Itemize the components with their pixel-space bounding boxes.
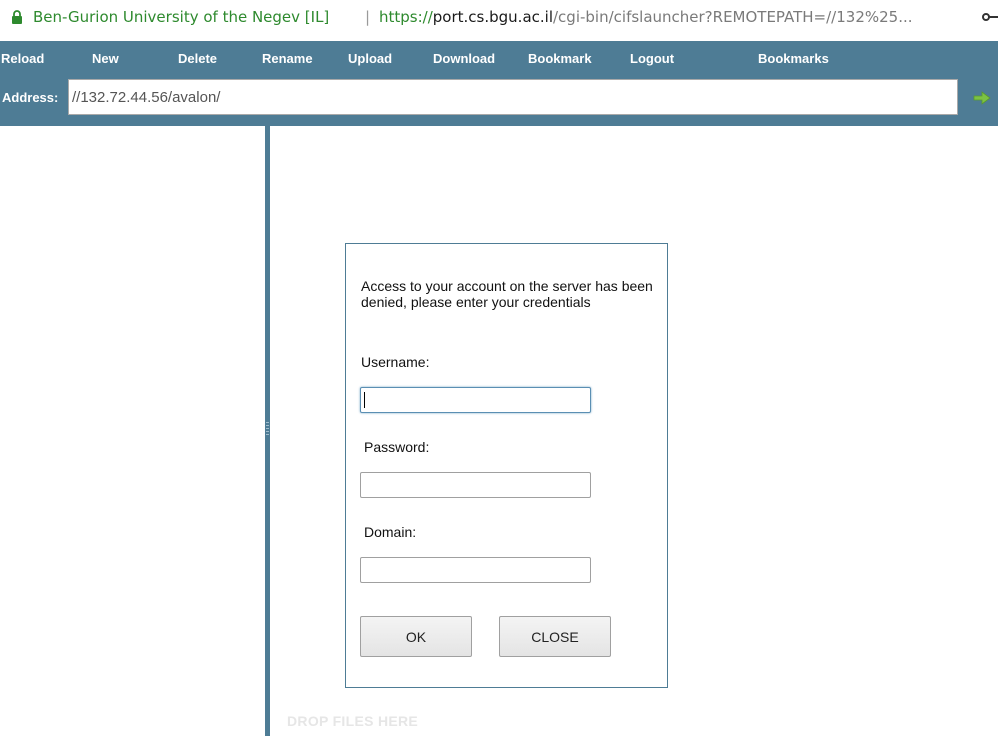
username-input[interactable] xyxy=(360,387,591,413)
url-host: port.cs.bgu.ac.il xyxy=(432,8,553,26)
credentials-dialog: Access to your account on the server has… xyxy=(345,243,668,688)
upload-button[interactable]: Upload xyxy=(348,51,392,66)
rename-button[interactable]: Rename xyxy=(262,51,313,66)
site-identity: Ben-Gurion University of the Negev [IL] xyxy=(33,8,330,26)
splitter-grip[interactable] xyxy=(266,422,269,436)
bookmarks-menu[interactable]: Bookmarks xyxy=(758,51,829,66)
drop-files-zone[interactable]: DROP FILES HERE xyxy=(287,713,418,729)
folder-tree-pane xyxy=(0,126,265,736)
address-input[interactable] xyxy=(68,79,958,115)
url-separator: | xyxy=(365,8,371,26)
address-label: Address: xyxy=(2,90,59,105)
bookmark-button[interactable]: Bookmark xyxy=(528,51,592,66)
url-text[interactable]: https://port.cs.bgu.ac.il/cgi-bin/cifsla… xyxy=(379,0,913,34)
url-path: /cgi-bin/cifslauncher?REMOTEPATH=//132%2… xyxy=(553,8,913,26)
delete-button[interactable]: Delete xyxy=(178,51,217,66)
lock-icon xyxy=(12,10,22,24)
domain-label: Domain: xyxy=(364,524,417,540)
reload-button[interactable]: Reload xyxy=(1,51,44,66)
password-label: Password: xyxy=(364,439,430,455)
download-button[interactable]: Download xyxy=(433,51,495,66)
key-icon[interactable] xyxy=(982,11,998,23)
close-button[interactable]: CLOSE xyxy=(499,616,611,657)
text-caret xyxy=(364,392,365,408)
username-label: Username: xyxy=(361,354,430,370)
go-arrow-icon[interactable] xyxy=(973,91,991,105)
new-button[interactable]: New xyxy=(92,51,119,66)
domain-input[interactable] xyxy=(360,557,591,583)
ok-button[interactable]: OK xyxy=(360,616,472,657)
dialog-message: Access to your account on the server has… xyxy=(361,278,653,310)
password-input[interactable] xyxy=(360,472,591,498)
logout-button[interactable]: Logout xyxy=(630,51,674,66)
browser-url-bar[interactable]: Ben-Gurion University of the Negev [IL] … xyxy=(0,0,998,34)
app-toolbar: Reload New Delete Rename Upload Download… xyxy=(0,41,998,126)
url-scheme: https:// xyxy=(379,8,433,26)
